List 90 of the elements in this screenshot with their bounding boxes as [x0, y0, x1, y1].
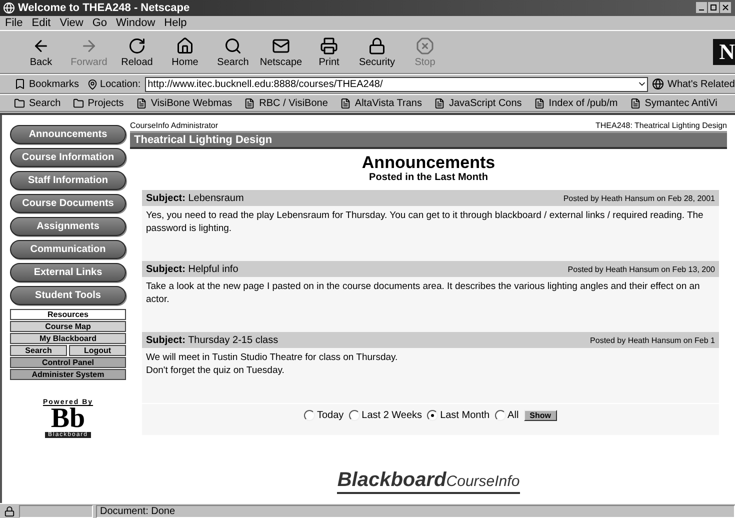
radio-button[interactable] [304, 410, 315, 421]
bookmark-link[interactable]: Projects [72, 98, 124, 108]
date-filter-radio[interactable]: Today [304, 410, 344, 421]
radio-button[interactable] [494, 410, 506, 421]
announcement-subject: Subject: Helpful info [146, 264, 238, 274]
toolbar-button[interactable]: Back [20, 36, 62, 68]
announcement-text: We will meet in Tustin Studio Theatre for class on Thursday. [146, 351, 399, 364]
app-icon [3, 2, 15, 14]
show-button[interactable]: Show [524, 410, 558, 421]
bookmark-icon [14, 78, 26, 90]
location-label: Location: [100, 78, 141, 90]
radio-button[interactable] [348, 410, 360, 421]
page-icon [136, 98, 147, 108]
page-heading: Announcements [360, 154, 496, 172]
printer-icon [320, 36, 338, 54]
lock-icon[interactable] [4, 506, 15, 516]
date-filter-radio[interactable]: Last 2 Weeks [348, 410, 422, 421]
user-label: CourseInfo Administrator [130, 121, 218, 130]
radio-button[interactable] [427, 410, 438, 421]
bookmark-link[interactable]: JavaScript Cons [434, 98, 522, 108]
bookmark-link[interactable]: Search [14, 98, 61, 108]
lock-icon [368, 36, 386, 54]
menu-item[interactable]: Help [164, 17, 187, 29]
bookmark-link[interactable]: AltaVista Trans [340, 98, 422, 108]
bookmark-link[interactable]: Symantec AntiVi [630, 98, 718, 108]
date-filter-radio[interactable]: All [494, 410, 519, 421]
page-icon [534, 98, 545, 108]
announcement-text: Yes, you need to read the play Lebensraum for Thursday. You can get to it through blackboard / external links / required reading. The password is lighting. [146, 209, 704, 235]
page-icon [434, 98, 445, 108]
page-icon [244, 98, 256, 108]
whats-related-button[interactable]: What's Related [668, 78, 735, 90]
toolbar-button[interactable]: Search [212, 36, 254, 68]
location-icon [87, 78, 98, 90]
bookmark-link[interactable]: VisiBone Webmas [136, 98, 232, 108]
url-field[interactable]: http://www.itec.bucknell.edu:8888/courses/THEA248/ [144, 76, 648, 92]
bookmarks-button[interactable]: Bookmarks [29, 78, 80, 90]
posted-by-text: Posted by Heath Hansum on Feb 13, 200 [568, 264, 715, 274]
window-controls-icon[interactable] [696, 2, 732, 14]
nav-button[interactable]: Communication [10, 240, 126, 259]
menu-item[interactable]: View [60, 17, 84, 29]
tool-link[interactable]: Search [10, 345, 67, 356]
tool-link[interactable]: My Blackboard [10, 333, 126, 344]
nav-button[interactable]: Staff Information [10, 171, 126, 190]
toolbar-button[interactable]: Security [356, 36, 398, 68]
status-text: Document: Done [96, 504, 735, 518]
tool-link[interactable]: Logout [69, 345, 126, 356]
posted-by-text: Posted by Heath Hansum on Feb 1 [590, 336, 715, 344]
announcement-text: Don't forget the quiz on Tuesday. [146, 364, 286, 377]
page-icon [630, 98, 641, 108]
nav-button[interactable]: Course Documents [10, 194, 126, 213]
tool-link[interactable]: Resources [10, 309, 126, 320]
folder-icon [72, 98, 84, 108]
course-title-bar: Theatrical Lighting Design [130, 133, 727, 149]
announcement-subject: Subject: Thursday 2-15 class [146, 334, 278, 346]
menu-item[interactable]: Go [92, 17, 108, 29]
announcement-subject: Subject: Lebensraum [146, 192, 244, 204]
nav-button[interactable]: Assignments [10, 217, 126, 236]
date-filter-radio[interactable]: Last Month [427, 410, 490, 421]
course-label: THEA248: Theatrical Lighting Design [596, 121, 727, 130]
tool-link[interactable]: Control Panel [10, 357, 126, 368]
folder-icon [14, 98, 25, 108]
posted-by-text: Posted by Heath Hansum on Feb 28, 2001 [563, 194, 715, 202]
search-icon [224, 36, 242, 54]
browser-logo: N [713, 39, 735, 65]
page-icon [340, 98, 351, 108]
tool-link[interactable]: Course Map [10, 321, 126, 332]
bookmark-link[interactable]: Index of /pub/m [534, 98, 618, 108]
stop-icon [416, 36, 434, 54]
menu-item[interactable]: Edit [32, 17, 51, 29]
nav-button[interactable]: External Links [10, 263, 126, 282]
announcement-text: Take a look at the new page I pasted on in the course documents area. It describes the various lighting angles and their effect on an actor. [146, 280, 701, 306]
toolbar-button[interactable]: Print [308, 36, 350, 68]
nav-button[interactable]: Announcements [10, 125, 126, 144]
bookmark-link[interactable]: RBC / VisiBone [244, 98, 328, 108]
home-icon [176, 36, 194, 54]
toolbar-button[interactable]: Home [164, 36, 206, 68]
mail-icon [272, 36, 290, 54]
reload-icon [128, 36, 146, 54]
toolbar-button[interactable]: Reload [116, 36, 158, 68]
window-title: Welcome to THEA248 - Netscape [18, 2, 191, 14]
tool-link[interactable]: Administer System [10, 369, 126, 380]
page-subheading: Posted in the Last Month [368, 172, 489, 183]
footer-logo: BlackboardCourseInfo [337, 469, 520, 494]
menu-item[interactable]: Window [116, 17, 156, 29]
menu-item[interactable]: File [5, 17, 23, 29]
globe-icon [652, 78, 664, 90]
logo-mark: Bb [50, 406, 86, 432]
toolbar-button[interactable]: Netscape [260, 36, 302, 68]
nav-button[interactable]: Student Tools [10, 286, 126, 305]
nav-button[interactable]: Course Information [10, 148, 126, 167]
